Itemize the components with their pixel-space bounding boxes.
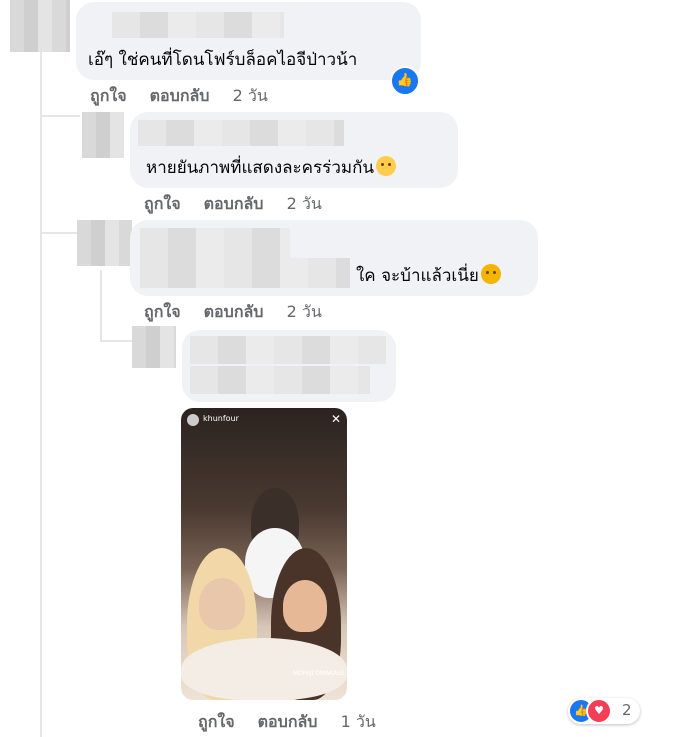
- comment-bubble[interactable]: หายยันภาพที่แสดงละครร่วมกัน: [130, 112, 458, 188]
- like-link[interactable]: ถูกใจ: [144, 194, 181, 213]
- commenter-name[interactable]: [140, 228, 290, 258]
- photo-person: [181, 638, 347, 700]
- thread-branch: [40, 232, 80, 234]
- comment-bubble[interactable]: [182, 330, 396, 402]
- reply-link[interactable]: ตอบกลับ: [204, 302, 264, 321]
- love-icon: ♥: [586, 698, 612, 724]
- comment-text: ใค จะบ้าแล้วเนี่ย: [356, 262, 501, 289]
- comment-actions: ถูกใจ ตอบกลับ 2 วัน: [144, 300, 340, 325]
- laughing-emoji-icon: [480, 264, 501, 284]
- avatar[interactable]: [132, 326, 176, 368]
- thinking-emoji-icon: [375, 156, 396, 176]
- commenter-name[interactable]: [112, 12, 284, 38]
- redacted-text: [190, 366, 370, 394]
- redacted-text: [140, 258, 350, 288]
- photo-person: [283, 580, 327, 632]
- comment-actions: ถูกใจ ตอบกลับ 1 วัน: [198, 710, 394, 735]
- reply-link[interactable]: ตอบกลับ: [204, 194, 264, 213]
- timestamp[interactable]: 2 วัน: [233, 86, 268, 105]
- photo-person: [199, 578, 245, 630]
- timestamp[interactable]: 1 วัน: [341, 712, 376, 731]
- comment-bubble[interactable]: ใค จะบ้าแล้วเนี่ย: [130, 220, 538, 296]
- comment-photo[interactable]: khunfour ✕ MOMIJI OMAKASE: [181, 408, 347, 700]
- commenter-name[interactable]: [190, 336, 386, 364]
- close-icon[interactable]: ✕: [331, 412, 341, 426]
- thread-line: [100, 270, 102, 340]
- timestamp[interactable]: 2 วัน: [287, 194, 322, 213]
- comment-actions: ถูกใจ ตอบกลับ 2 วัน: [90, 84, 286, 109]
- reply-link[interactable]: ตอบกลับ: [150, 86, 210, 105]
- like-reaction-icon[interactable]: 👍: [390, 66, 420, 96]
- comment-text: หายยันภาพที่แสดงละครร่วมกัน: [146, 154, 396, 181]
- reaction-count: 2: [622, 701, 632, 719]
- comment-text-content: หายยันภาพที่แสดงละครร่วมกัน: [146, 158, 374, 178]
- story-username: khunfour: [203, 414, 239, 423]
- like-link[interactable]: ถูกใจ: [198, 712, 235, 731]
- timestamp[interactable]: 2 วัน: [287, 302, 322, 321]
- comment-actions: ถูกใจ ตอบกลับ 2 วัน: [144, 192, 340, 217]
- story-caption: MOMIJI OMAKASE: [293, 670, 345, 677]
- comment-text-content: ใค จะบ้าแล้วเนี่ย: [356, 266, 479, 286]
- like-link[interactable]: ถูกใจ: [90, 86, 127, 105]
- thread-branch: [100, 340, 132, 342]
- commenter-name[interactable]: [138, 120, 344, 146]
- like-link[interactable]: ถูกใจ: [144, 302, 181, 321]
- avatar[interactable]: [10, 0, 70, 52]
- reply-link[interactable]: ตอบกลับ: [258, 712, 318, 731]
- story-header: khunfour: [187, 414, 239, 426]
- thread-line: [40, 50, 42, 737]
- profile-avatar-icon: [187, 414, 199, 426]
- reaction-summary[interactable]: 👍 ♥ 2: [568, 698, 640, 724]
- thread-branch: [40, 115, 80, 117]
- avatar[interactable]: [77, 220, 132, 266]
- comment-text: เอ๊ๆ ใช่คนที่โดนโฟร์บล็อคไอจีป่าวน้า: [88, 50, 358, 70]
- comment-bubble[interactable]: เอ๊ๆ ใช่คนที่โดนโฟร์บล็อคไอจีป่าวน้า: [76, 2, 421, 80]
- avatar[interactable]: [82, 112, 124, 158]
